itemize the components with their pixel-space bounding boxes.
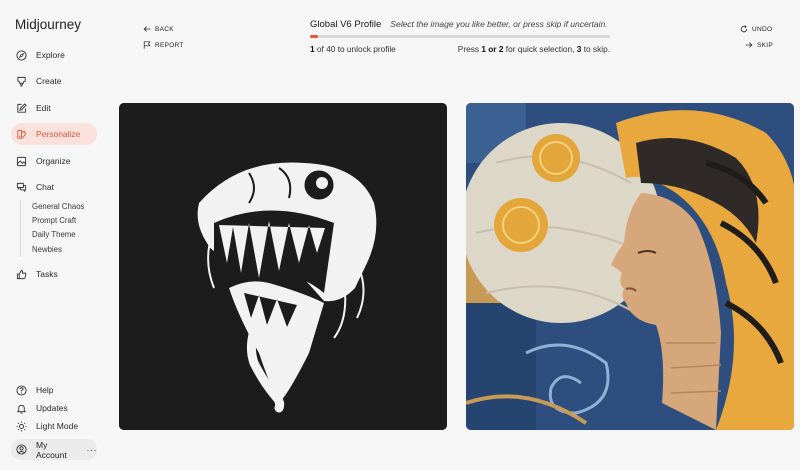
flag-icon (143, 41, 151, 49)
chat-room-list: General Chaos Prompt Craft Daily Theme N… (20, 200, 84, 257)
profile-header: Global V6 Profile Select the image you l… (310, 19, 608, 30)
sidebar-item-create[interactable]: Create (11, 70, 97, 92)
sidebar-item-label: Updates (36, 403, 68, 413)
undo-button[interactable]: UNDO (740, 25, 772, 33)
skip-label: SKIP (757, 41, 774, 49)
app-logo[interactable]: Midjourney (15, 17, 81, 32)
brush-icon (16, 76, 27, 87)
report-button[interactable]: REPORT (143, 41, 184, 49)
sidebar-item-label: Help (36, 385, 54, 395)
chat-room-general-chaos[interactable]: General Chaos (32, 200, 84, 214)
hint-prefix: Press (457, 44, 482, 54)
skip-button[interactable]: SKIP (745, 41, 773, 49)
chat-icon (16, 182, 27, 193)
user-avatar-icon (16, 444, 27, 455)
sidebar-item-label: Chat (36, 182, 54, 192)
sidebar-item-light-mode[interactable]: Light Mode (11, 415, 97, 437)
sidebar-item-label: Edit (36, 103, 51, 113)
sidebar-item-label: Organize (36, 156, 71, 166)
chat-room-newbies[interactable]: Newbies (32, 243, 84, 257)
sidebar-item-tasks[interactable]: Tasks (11, 263, 97, 285)
image-option-2[interactable] (466, 103, 794, 430)
hint-suffix: to skip. (581, 44, 610, 54)
arrow-left-icon (143, 26, 151, 32)
sidebar-item-label: Explore (36, 50, 65, 60)
sidebar-item-organize[interactable]: Organize (11, 150, 97, 172)
keyboard-hint: Press 1 or 2 for quick selection, 3 to s… (458, 44, 610, 54)
sun-icon (16, 420, 27, 432)
chat-room-daily-theme[interactable]: Daily Theme (32, 228, 84, 242)
progress-bar (310, 35, 610, 38)
sidebar-item-label: Tasks (36, 269, 58, 279)
hint-middle: for quick selection, (503, 44, 577, 54)
report-label: REPORT (155, 41, 184, 49)
sidebar-item-explore[interactable]: Explore (11, 44, 97, 66)
undo-label: UNDO (752, 25, 773, 33)
more-options-icon[interactable]: ··· (87, 445, 98, 455)
thumbs-up-icon (16, 269, 27, 280)
edit-icon (16, 102, 27, 114)
chat-room-prompt-craft[interactable]: Prompt Craft (32, 214, 84, 228)
account-button[interactable]: My Account ··· (11, 439, 97, 460)
personalize-icon (16, 129, 27, 140)
monster-illustration (119, 103, 447, 430)
bell-icon (16, 403, 27, 414)
progress-count: 1 of 40 to unlock profile (310, 44, 396, 54)
instruction-text: Select the image you like better, or pre… (390, 19, 608, 29)
undo-icon (740, 25, 748, 33)
sidebar-item-label: Light Mode (36, 421, 79, 431)
image-icon (16, 156, 27, 167)
back-button[interactable]: BACK (143, 25, 174, 33)
arrow-right-icon (745, 42, 753, 48)
sidebar-item-personalize[interactable]: Personalize (11, 123, 97, 145)
mosaic-portrait (466, 103, 794, 430)
hint-keys: 1 or 2 (481, 44, 504, 54)
sidebar-item-edit[interactable]: Edit (11, 97, 97, 119)
compass-icon (16, 49, 27, 61)
progress-fill (310, 35, 319, 38)
back-label: BACK (155, 25, 174, 33)
progress-count-text: of 40 to unlock profile (314, 44, 396, 54)
image-option-1[interactable] (119, 103, 447, 430)
page-title: Global V6 Profile (310, 19, 382, 30)
account-label: My Account (36, 439, 67, 460)
sidebar-item-chat[interactable]: Chat (11, 176, 97, 198)
sidebar-item-label: Create (36, 76, 62, 86)
sidebar-item-label: Personalize (36, 129, 81, 139)
help-icon (16, 384, 27, 396)
